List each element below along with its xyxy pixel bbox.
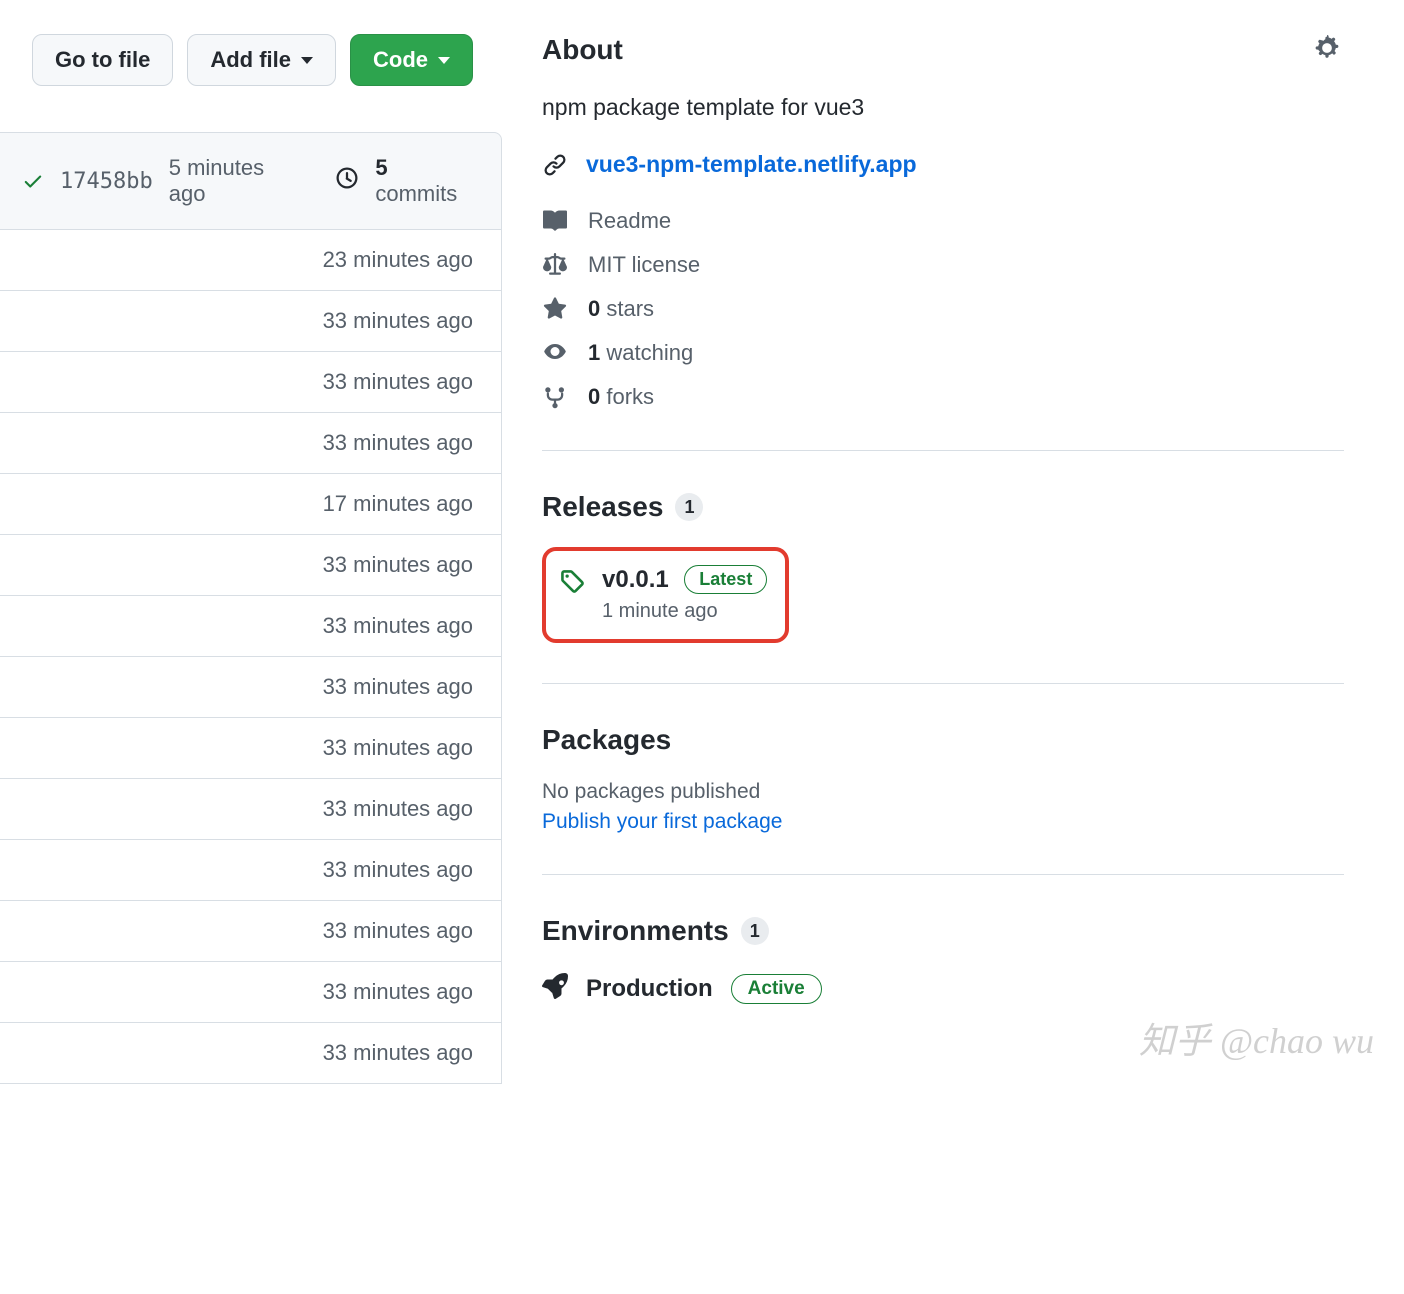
publish-package-link[interactable]: Publish your first package bbox=[542, 810, 782, 834]
table-row[interactable]: 33 minutes ago bbox=[0, 657, 502, 718]
table-row[interactable]: 33 minutes ago bbox=[0, 413, 502, 474]
environments-count: 1 bbox=[741, 917, 769, 945]
tag-icon bbox=[560, 569, 586, 601]
table-row[interactable]: 33 minutes ago bbox=[0, 596, 502, 657]
environments-heading[interactable]: Environments bbox=[542, 915, 729, 947]
file-time: 33 minutes ago bbox=[323, 613, 473, 638]
table-row[interactable]: 33 minutes ago bbox=[0, 840, 502, 901]
file-time: 33 minutes ago bbox=[323, 979, 473, 1004]
file-time: 33 minutes ago bbox=[323, 430, 473, 455]
table-row[interactable]: 33 minutes ago bbox=[0, 718, 502, 779]
stars-count: 0 bbox=[588, 296, 600, 321]
table-row[interactable]: 33 minutes ago bbox=[0, 1023, 502, 1084]
code-label: Code bbox=[373, 49, 428, 71]
go-to-file-button[interactable]: Go to file bbox=[32, 34, 173, 86]
forks-label: forks bbox=[606, 384, 654, 409]
watching-count: 1 bbox=[588, 340, 600, 365]
stars-link[interactable]: 0 stars bbox=[542, 296, 1344, 322]
book-icon bbox=[542, 209, 568, 233]
fork-icon bbox=[542, 385, 568, 409]
table-row[interactable]: 33 minutes ago bbox=[0, 352, 502, 413]
repo-description: npm package template for vue3 bbox=[542, 94, 1344, 121]
commit-time: 5 minutes ago bbox=[169, 155, 304, 207]
packages-heading[interactable]: Packages bbox=[542, 724, 1344, 756]
releases-section: Releases 1 v0.0.1 Latest 1 minute ago bbox=[542, 451, 1344, 684]
gear-icon[interactable] bbox=[1314, 35, 1344, 65]
link-icon bbox=[542, 153, 568, 177]
sidebar: About npm package template for vue3 vue3… bbox=[502, 0, 1404, 1039]
history-icon bbox=[335, 166, 359, 196]
latest-badge: Latest bbox=[684, 565, 767, 594]
file-time: 33 minutes ago bbox=[323, 552, 473, 577]
table-row[interactable]: 33 minutes ago bbox=[0, 291, 502, 352]
add-file-button[interactable]: Add file bbox=[187, 34, 336, 86]
star-icon bbox=[542, 297, 568, 321]
table-row[interactable]: 33 minutes ago bbox=[0, 901, 502, 962]
table-row[interactable]: 33 minutes ago bbox=[0, 535, 502, 596]
packages-empty: No packages published bbox=[542, 780, 1344, 804]
add-file-label: Add file bbox=[210, 49, 291, 71]
law-icon bbox=[542, 253, 568, 277]
about-heading: About bbox=[542, 34, 623, 66]
environment-name: Production bbox=[586, 975, 713, 1003]
commit-count: 5 bbox=[375, 155, 387, 180]
table-row[interactable]: 23 minutes ago bbox=[0, 230, 502, 291]
file-time: 23 minutes ago bbox=[323, 247, 473, 272]
stars-label: stars bbox=[606, 296, 654, 321]
go-to-file-label: Go to file bbox=[55, 49, 150, 71]
repo-action-buttons: Go to file Add file Code bbox=[0, 34, 502, 132]
environment-item[interactable]: Production Active bbox=[542, 973, 1344, 1005]
releases-heading[interactable]: Releases bbox=[542, 491, 663, 523]
file-time: 33 minutes ago bbox=[323, 796, 473, 821]
environments-section: Environments 1 Production Active bbox=[542, 875, 1344, 1005]
forks-link[interactable]: 0 forks bbox=[542, 384, 1344, 410]
file-time: 33 minutes ago bbox=[323, 1040, 473, 1065]
packages-section: Packages No packages published Publish y… bbox=[542, 684, 1344, 875]
file-time: 17 minutes ago bbox=[323, 491, 473, 516]
commit-count-label: commits bbox=[375, 181, 457, 206]
file-time: 33 minutes ago bbox=[323, 857, 473, 882]
readme-label: Readme bbox=[588, 208, 671, 234]
latest-commit-summary[interactable]: 17458bb 5 minutes ago 5 commits bbox=[0, 132, 502, 230]
readme-link[interactable]: Readme bbox=[542, 208, 1344, 234]
file-time: 33 minutes ago bbox=[323, 369, 473, 394]
repo-meta-list: Readme MIT license 0 stars 1 watching bbox=[542, 208, 1344, 451]
environment-status-badge: Active bbox=[731, 974, 822, 1004]
watching-label: watching bbox=[606, 340, 693, 365]
file-list: 23 minutes ago 33 minutes ago 33 minutes… bbox=[0, 230, 502, 1084]
license-link[interactable]: MIT license bbox=[542, 252, 1344, 278]
eye-icon bbox=[542, 341, 568, 365]
watching-link[interactable]: 1 watching bbox=[542, 340, 1344, 366]
table-row[interactable]: 17 minutes ago bbox=[0, 474, 502, 535]
release-version: v0.0.1 bbox=[602, 566, 669, 593]
rocket-icon bbox=[542, 973, 568, 1005]
table-row[interactable]: 33 minutes ago bbox=[0, 962, 502, 1023]
forks-count: 0 bbox=[588, 384, 600, 409]
chevron-down-icon bbox=[438, 57, 450, 64]
releases-count: 1 bbox=[675, 493, 703, 521]
latest-release[interactable]: v0.0.1 Latest 1 minute ago bbox=[542, 547, 789, 643]
code-button[interactable]: Code bbox=[350, 34, 473, 86]
file-time: 33 minutes ago bbox=[323, 308, 473, 333]
file-time: 33 minutes ago bbox=[323, 674, 473, 699]
table-row[interactable]: 33 minutes ago bbox=[0, 779, 502, 840]
commit-sha[interactable]: 17458bb bbox=[60, 169, 153, 194]
file-time: 33 minutes ago bbox=[323, 735, 473, 760]
file-time: 33 minutes ago bbox=[323, 918, 473, 943]
check-icon bbox=[22, 170, 44, 192]
chevron-down-icon bbox=[301, 57, 313, 64]
license-label: MIT license bbox=[588, 252, 700, 278]
homepage-link[interactable]: vue3-npm-template.netlify.app bbox=[586, 151, 917, 178]
file-area: Go to file Add file Code 17458bb 5 minut… bbox=[0, 0, 502, 1084]
release-time: 1 minute ago bbox=[602, 600, 767, 623]
